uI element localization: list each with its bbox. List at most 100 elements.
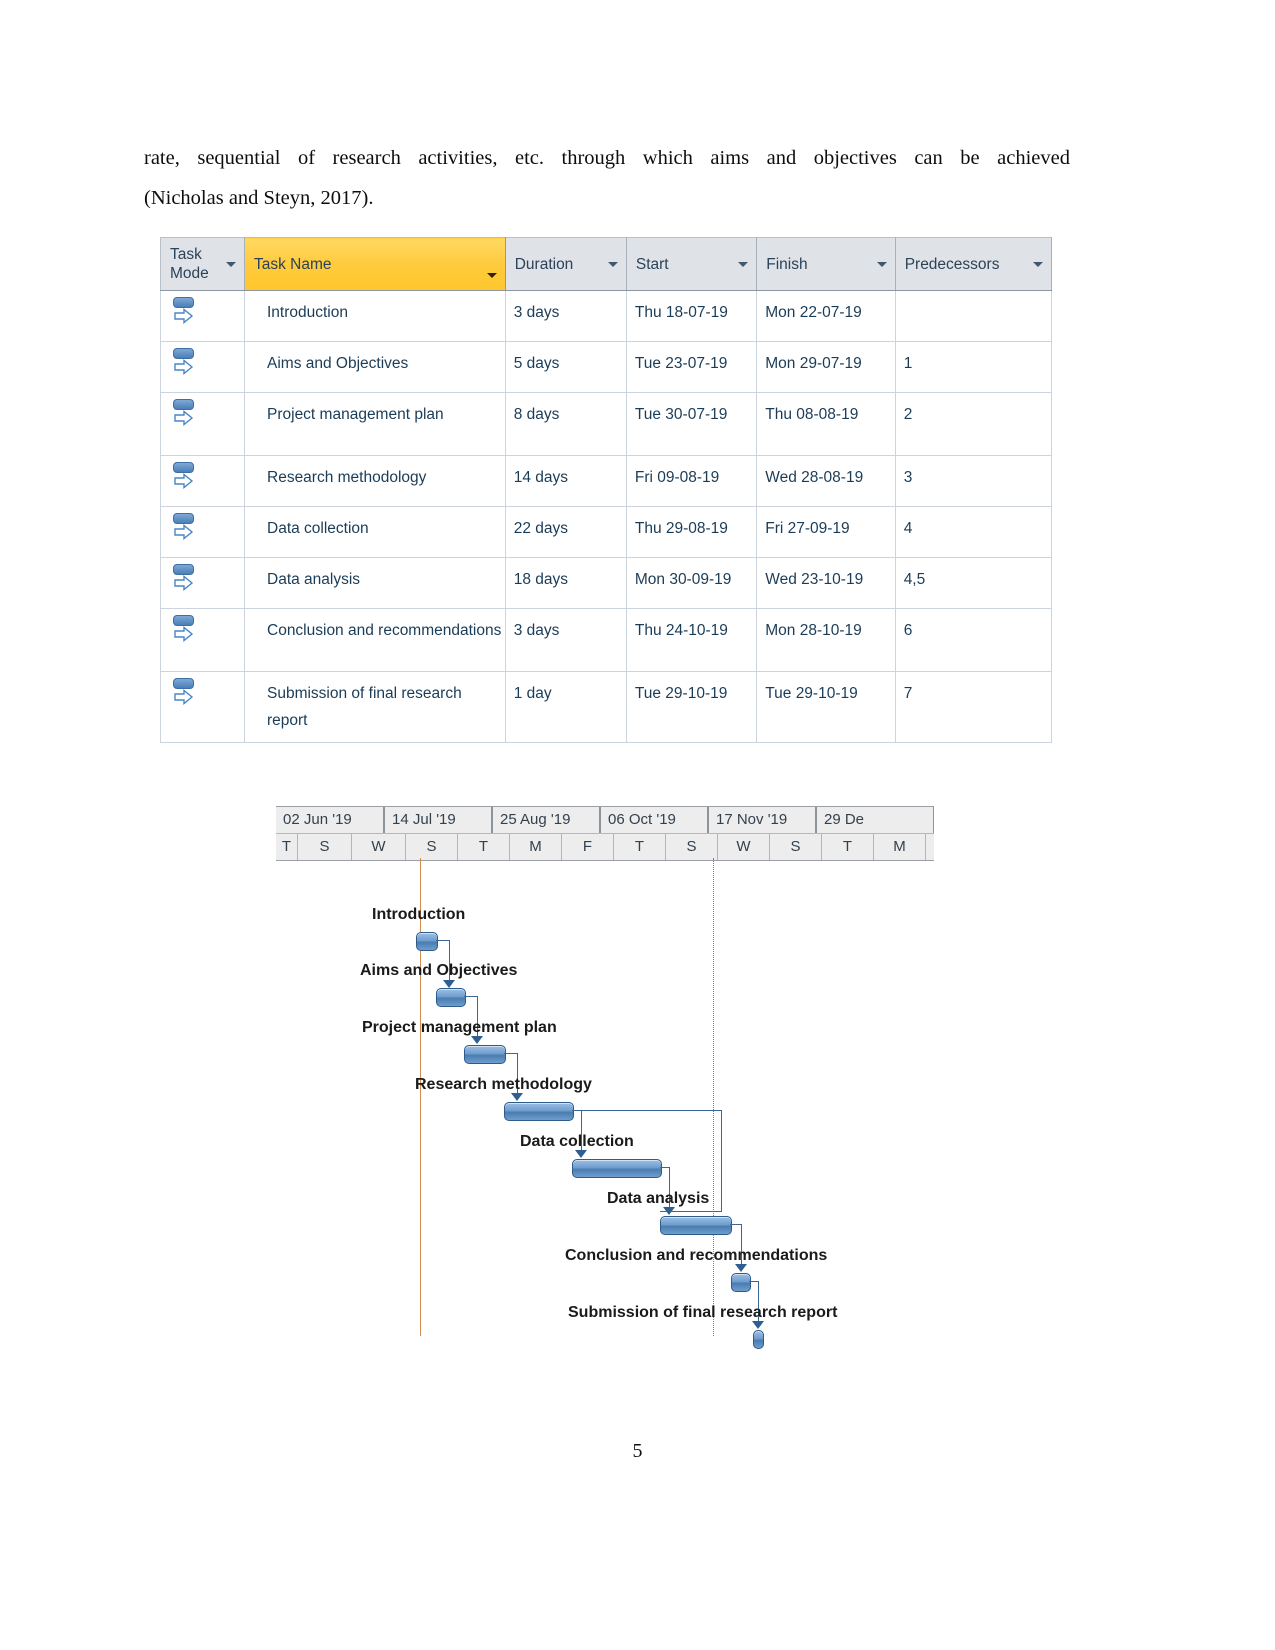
cell-finish[interactable]: Thu 08-08-19 xyxy=(756,392,896,456)
auto-scheduled-icon xyxy=(172,346,198,380)
cell-task-name[interactable]: Data analysis xyxy=(244,557,506,609)
arrow-right-outline-icon xyxy=(174,473,194,489)
arrow-right-outline-icon xyxy=(174,575,194,591)
cell-predecessors[interactable]: 6 xyxy=(895,608,1053,672)
chevron-down-icon[interactable] xyxy=(226,262,236,267)
auto-scheduled-icon xyxy=(172,460,198,494)
cell-task-name[interactable]: Data collection xyxy=(244,506,506,558)
gantt-link-arrow-icon xyxy=(735,1264,747,1272)
cell-duration[interactable]: 14 days xyxy=(505,455,627,507)
cell-duration[interactable]: 3 days xyxy=(505,608,627,672)
arrow-right-outline-icon xyxy=(174,689,194,705)
cell-finish[interactable]: Mon 22-07-19 xyxy=(756,290,896,342)
cell-task-name[interactable]: Research methodology xyxy=(244,455,506,507)
cell-predecessors[interactable]: 2 xyxy=(895,392,1053,456)
cell-task-mode[interactable] xyxy=(160,506,245,558)
cell-predecessors[interactable]: 4 xyxy=(895,506,1053,558)
cell-start[interactable]: Fri 09-08-19 xyxy=(626,455,758,507)
cell-start[interactable]: Thu 29-08-19 xyxy=(626,506,758,558)
cell-finish[interactable]: Wed 28-08-19 xyxy=(756,455,896,507)
table-row[interactable]: Data collection 22 days Thu 29-08-19 Fri… xyxy=(160,506,1053,558)
column-header-finish[interactable]: Finish xyxy=(756,237,896,291)
cell-task-name[interactable]: Submission of final research report xyxy=(244,671,506,743)
cell-duration[interactable]: 1 day xyxy=(505,671,627,743)
cell-duration[interactable]: 3 days xyxy=(505,290,627,342)
column-header-duration[interactable]: Duration xyxy=(505,237,627,291)
column-header-predecessors[interactable]: Predecessors xyxy=(895,237,1053,291)
gantt-link-arrow-icon xyxy=(575,1150,587,1158)
chevron-down-icon[interactable] xyxy=(1033,262,1043,267)
gantt-task-label: Aims and Objectives xyxy=(360,962,518,979)
gantt-link-arrow-icon xyxy=(752,1321,764,1329)
cell-task-name[interactable]: Introduction xyxy=(244,290,506,342)
gantt-bar-data-collection[interactable] xyxy=(572,1159,662,1178)
cell-predecessors[interactable]: 4,5 xyxy=(895,557,1053,609)
gantt-link-arrow-icon xyxy=(663,1207,675,1215)
gantt-bar-project-management-plan[interactable] xyxy=(464,1045,506,1064)
gantt-project-start-line xyxy=(420,858,421,1336)
cell-start[interactable]: Thu 24-10-19 xyxy=(626,608,758,672)
gantt-period-cell: 17 Nov '19 xyxy=(708,807,816,833)
cell-duration[interactable]: 5 days xyxy=(505,341,627,393)
column-header-start-label: Start xyxy=(635,255,669,273)
table-row[interactable]: Submission of final research report 1 da… xyxy=(160,671,1053,743)
cell-task-name[interactable]: Aims and Objectives xyxy=(244,341,506,393)
cell-predecessors[interactable] xyxy=(895,290,1053,342)
cell-task-mode[interactable] xyxy=(160,290,245,342)
cell-duration[interactable]: 18 days xyxy=(505,557,627,609)
cell-predecessors[interactable]: 1 xyxy=(895,341,1053,393)
gantt-bar-conclusion-recommendations[interactable] xyxy=(731,1273,751,1292)
chevron-down-icon[interactable] xyxy=(876,262,887,267)
cell-task-mode[interactable] xyxy=(160,557,245,609)
auto-scheduled-icon xyxy=(172,295,198,329)
table-row[interactable]: Aims and Objectives 5 days Tue 23-07-19 … xyxy=(160,341,1053,393)
column-header-start[interactable]: Start xyxy=(626,237,758,291)
gantt-day-cell: T xyxy=(458,834,510,860)
gantt-task-label: Project management plan xyxy=(362,1019,557,1036)
arrow-right-outline-icon xyxy=(174,359,194,375)
chevron-down-icon[interactable] xyxy=(486,273,497,278)
cell-finish[interactable]: Fri 27-09-19 xyxy=(756,506,896,558)
gantt-link-stub xyxy=(464,996,478,998)
gantt-task-label: Data analysis xyxy=(607,1190,710,1207)
table-row[interactable]: Data analysis 18 days Mon 30-09-19 Wed 2… xyxy=(160,557,1053,609)
gantt-bar-introduction[interactable] xyxy=(416,932,438,951)
cell-finish[interactable]: Wed 23-10-19 xyxy=(756,557,896,609)
cell-finish[interactable]: Mon 29-07-19 xyxy=(756,341,896,393)
cell-task-name[interactable]: Conclusion and recommendations xyxy=(244,608,506,672)
cell-duration[interactable]: 8 days xyxy=(505,392,627,456)
cell-start[interactable]: Tue 29-10-19 xyxy=(626,671,758,743)
cell-task-mode[interactable] xyxy=(160,392,245,456)
column-header-task-name-label: Task Name xyxy=(254,255,332,273)
table-row[interactable]: Research methodology 14 days Fri 09-08-1… xyxy=(160,455,1053,507)
gantt-bar-research-methodology[interactable] xyxy=(504,1102,574,1121)
gantt-day-cell: M xyxy=(510,834,562,860)
cell-start[interactable]: Thu 18-07-19 xyxy=(626,290,758,342)
gantt-chart: 02 Jun '19 14 Jul '19 25 Aug '19 06 Oct … xyxy=(276,806,934,1351)
gantt-bar-data-analysis[interactable] xyxy=(660,1216,732,1235)
gantt-day-cell: F xyxy=(562,834,614,860)
cell-predecessors[interactable]: 3 xyxy=(895,455,1053,507)
cell-predecessors[interactable]: 7 xyxy=(895,671,1053,743)
gantt-bar-submission-final-report[interactable] xyxy=(753,1330,764,1349)
table-row[interactable]: Project management plan 8 days Tue 30-07… xyxy=(160,392,1053,456)
gantt-bar-aims-objectives[interactable] xyxy=(436,988,466,1007)
chevron-down-icon[interactable] xyxy=(607,262,618,267)
cell-task-name[interactable]: Project management plan xyxy=(244,392,506,456)
chevron-down-icon[interactable] xyxy=(738,262,749,267)
cell-task-mode[interactable] xyxy=(160,608,245,672)
table-row[interactable]: Conclusion and recommendations 3 days Th… xyxy=(160,608,1053,672)
gantt-period-cell: 29 De xyxy=(816,807,934,833)
cell-duration[interactable]: 22 days xyxy=(505,506,627,558)
cell-task-mode[interactable] xyxy=(160,455,245,507)
column-header-task-name[interactable]: Task Name xyxy=(244,237,506,291)
cell-task-mode[interactable] xyxy=(160,341,245,393)
cell-start[interactable]: Tue 30-07-19 xyxy=(626,392,758,456)
cell-finish[interactable]: Tue 29-10-19 xyxy=(756,671,896,743)
cell-task-mode[interactable] xyxy=(160,671,245,743)
cell-start[interactable]: Tue 23-07-19 xyxy=(626,341,758,393)
cell-start[interactable]: Mon 30-09-19 xyxy=(626,557,758,609)
table-row[interactable]: Introduction 3 days Thu 18-07-19 Mon 22-… xyxy=(160,290,1053,342)
column-header-task-mode[interactable]: Task Mode xyxy=(160,237,245,291)
cell-finish[interactable]: Mon 28-10-19 xyxy=(756,608,896,672)
